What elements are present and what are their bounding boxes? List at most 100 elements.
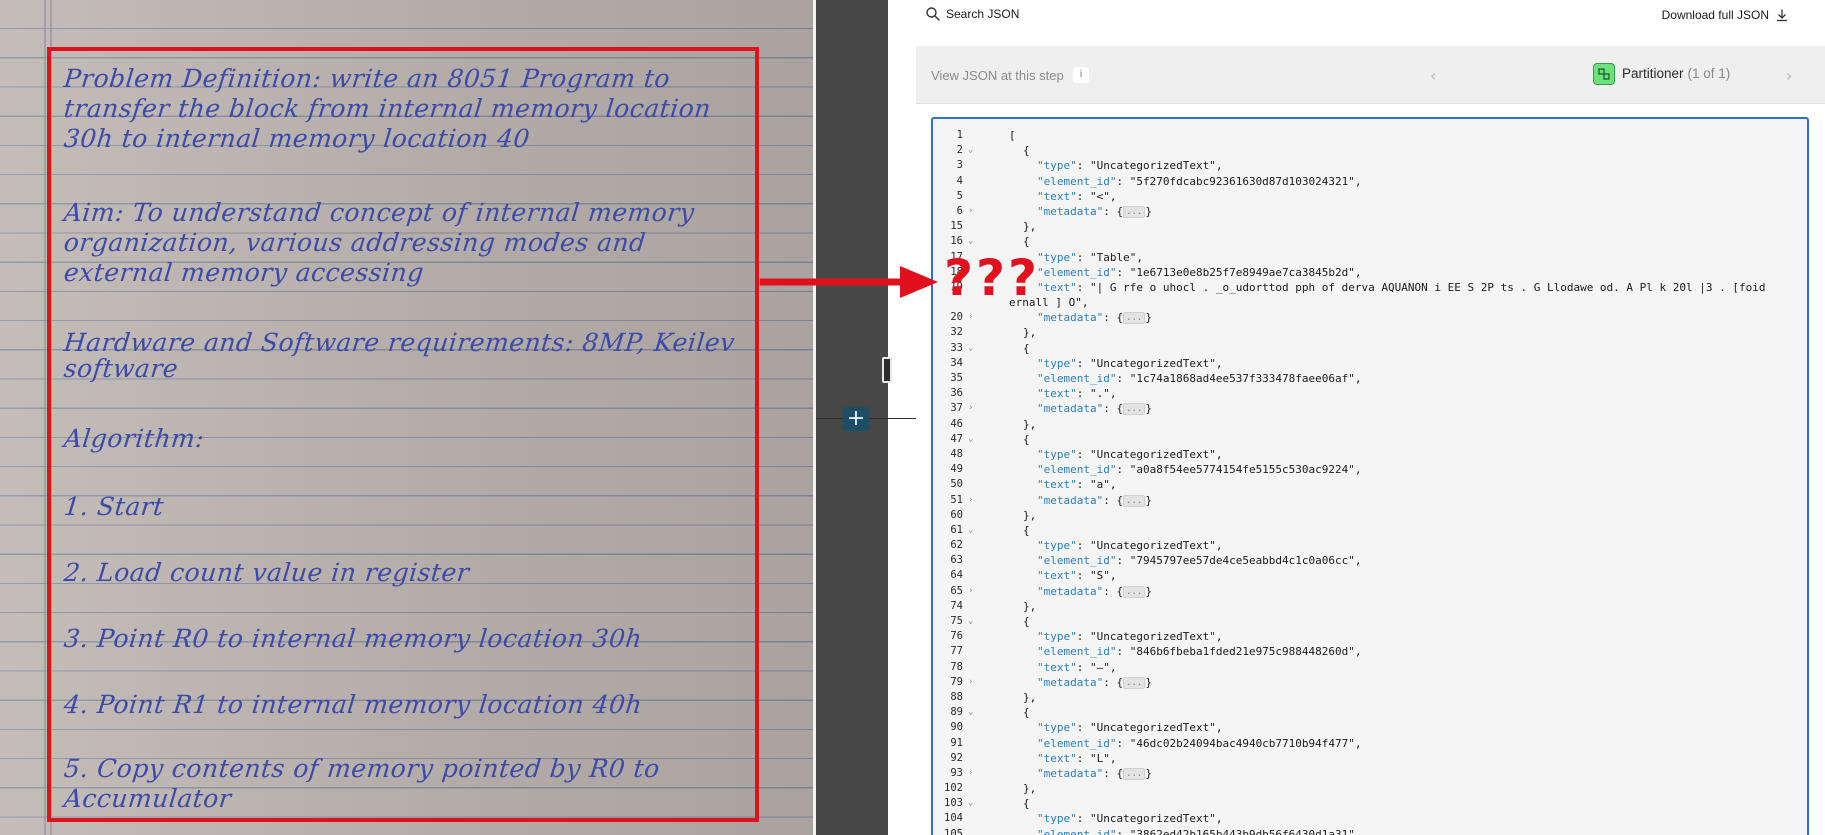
json-key: "metadata" [1037, 766, 1104, 780]
json-punctuation: } [1145, 402, 1152, 416]
line-number: 77 [950, 645, 963, 658]
json-code-panel[interactable]: 1[2 ⌄{3 "type": "UncategorizedText", 4 "elem… [931, 117, 1809, 835]
json-punctuation: , [1081, 296, 1089, 310]
code-line: 47 ⌄ { [933, 432, 1807, 447]
code-line: 18 "element_id": "1e6713e0e8b25f7e8949ae7… [933, 265, 1807, 280]
code-line: 5 "text": "<", [933, 189, 1807, 204]
json-value: "UncategorizedText" [1090, 539, 1216, 553]
info-icon[interactable]: i [1073, 67, 1089, 83]
json-punctuation: : { [1103, 493, 1124, 507]
add-button[interactable]: + [843, 407, 869, 431]
line-number: 16 [950, 235, 963, 248]
fold-toggle-icon[interactable]: › [968, 493, 978, 508]
line-number: 102 [944, 782, 963, 795]
collapsed-ellipsis[interactable]: ... [1123, 676, 1146, 689]
json-key: "metadata" [1037, 402, 1104, 416]
fold-toggle-icon[interactable]: › [968, 584, 978, 599]
json-code-lines: 1[2 ⌄{3 "type": "UncategorizedText", 4 "elem… [933, 128, 1807, 835]
json-punctuation: : [1116, 174, 1130, 188]
json-value: "." [1090, 387, 1110, 401]
code-line: 62 "type": "UncategorizedText", [933, 538, 1807, 553]
next-step-button[interactable]: › [1786, 66, 1792, 85]
json-punctuation: , [1109, 569, 1117, 583]
code-content: "type": "UncategorizedText", [1009, 447, 1222, 462]
code-line: 1[ [933, 128, 1807, 143]
json-punctuation: , [1354, 827, 1362, 835]
json-value: "5f270fdcabc92361630d87d103024321" [1129, 174, 1355, 188]
json-key: "element_id" [1037, 736, 1117, 750]
fold-toggle-icon[interactable]: ⌄ [968, 523, 978, 538]
json-value: "<" [1090, 189, 1110, 203]
step-count: (1 of 1) [1687, 66, 1731, 81]
fold-toggle-icon[interactable]: ⌄ [968, 234, 978, 249]
line-number: 90 [950, 721, 963, 734]
view-json-label: View JSON at this step [931, 68, 1064, 83]
collapsed-ellipsis[interactable]: ... [1123, 312, 1146, 325]
json-key: "text" [1037, 569, 1077, 583]
code-line: 16 ⌄ { [933, 234, 1807, 249]
code-line: 49 "element_id": "a0a8f54ee5774154fe5155c… [933, 462, 1807, 477]
json-punctuation: : [1116, 827, 1130, 835]
code-content: "type": "UncategorizedText", [1009, 629, 1222, 644]
line-number: 15 [950, 220, 963, 233]
fold-toggle-icon[interactable]: ⌄ [968, 705, 978, 720]
fold-toggle-icon[interactable]: ⌄ [968, 432, 978, 447]
code-line: 75 ⌄ { [933, 614, 1807, 629]
fold-toggle-icon[interactable]: ⌄ [968, 796, 978, 811]
json-key: "element_id" [1037, 265, 1117, 279]
json-punctuation: , [1109, 189, 1117, 203]
collapsed-ellipsis[interactable]: ... [1123, 403, 1146, 416]
json-key: "type" [1037, 250, 1077, 264]
json-punctuation: } [1145, 311, 1152, 325]
json-punctuation: , [1354, 463, 1362, 477]
fold-toggle-icon[interactable]: › [968, 675, 978, 690]
fold-toggle-icon[interactable]: › [968, 766, 978, 781]
json-punctuation: : [1076, 280, 1090, 294]
collapsed-ellipsis[interactable]: ... [1123, 767, 1146, 780]
json-value: "1c74a1868ad4ee537f333478faee06af" [1129, 372, 1355, 385]
code-line: 89 ⌄ { [933, 705, 1807, 720]
collapsed-ellipsis[interactable]: ... [1123, 585, 1146, 598]
code-content: "element_id": "1e6713e0e8b25f7e8949ae7ca… [1009, 265, 1362, 280]
code-line: 91 "element_id": "46dc02b24094bac4940cb77… [933, 736, 1807, 751]
json-punctuation: : { [1103, 311, 1124, 325]
json-punctuation: , [1109, 660, 1117, 674]
fold-toggle-icon[interactable]: ⌄ [968, 143, 978, 158]
download-icon [1777, 9, 1787, 22]
json-punctuation: : [1076, 447, 1090, 461]
line-number: 88 [950, 690, 963, 703]
code-line: 92 "text": "L", [933, 751, 1807, 766]
line-number: 105 [944, 827, 963, 835]
red-arrow-annotation [760, 266, 938, 298]
json-punctuation: : [1076, 569, 1090, 583]
collapsed-ellipsis[interactable]: ... [1123, 494, 1146, 507]
download-full-json-button[interactable]: Download full JSON [1662, 8, 1789, 22]
code-content: "text": "L", [1009, 751, 1117, 766]
code-line: 78 "text": "—", [933, 660, 1807, 675]
json-punctuation: : [1076, 630, 1090, 644]
fold-toggle-icon[interactable]: › [968, 204, 978, 219]
json-key: "metadata" [1037, 675, 1104, 689]
json-punctuation: } [1145, 204, 1152, 218]
resize-handle[interactable] [882, 357, 892, 383]
fold-toggle-icon[interactable]: ⌄ [968, 614, 978, 629]
fold-toggle-icon[interactable]: › [968, 401, 978, 416]
json-punctuation: : [1076, 478, 1090, 492]
code-line: 51 › "metadata": {...} [933, 493, 1807, 508]
json-punctuation: }, [1023, 599, 1037, 613]
json-key: "metadata" [1037, 584, 1104, 598]
code-content: "metadata": {...} [1009, 310, 1152, 325]
search-input[interactable] [946, 4, 1246, 24]
json-punctuation: : [1076, 250, 1090, 264]
step-selector[interactable]: Partitioner (1 of 1) [1622, 66, 1730, 81]
line-number: 91 [950, 736, 963, 749]
previous-step-button[interactable]: ‹ [1430, 66, 1436, 85]
fold-toggle-icon[interactable]: › [968, 310, 978, 325]
code-content: }, [1009, 781, 1036, 796]
json-value: "S" [1090, 569, 1110, 583]
fold-toggle-icon[interactable]: ⌄ [968, 341, 978, 356]
code-line: 37 › "metadata": {...} [933, 401, 1807, 416]
line-number: 76 [950, 630, 963, 643]
json-punctuation: { [1023, 144, 1030, 158]
collapsed-ellipsis[interactable]: ... [1123, 205, 1146, 218]
